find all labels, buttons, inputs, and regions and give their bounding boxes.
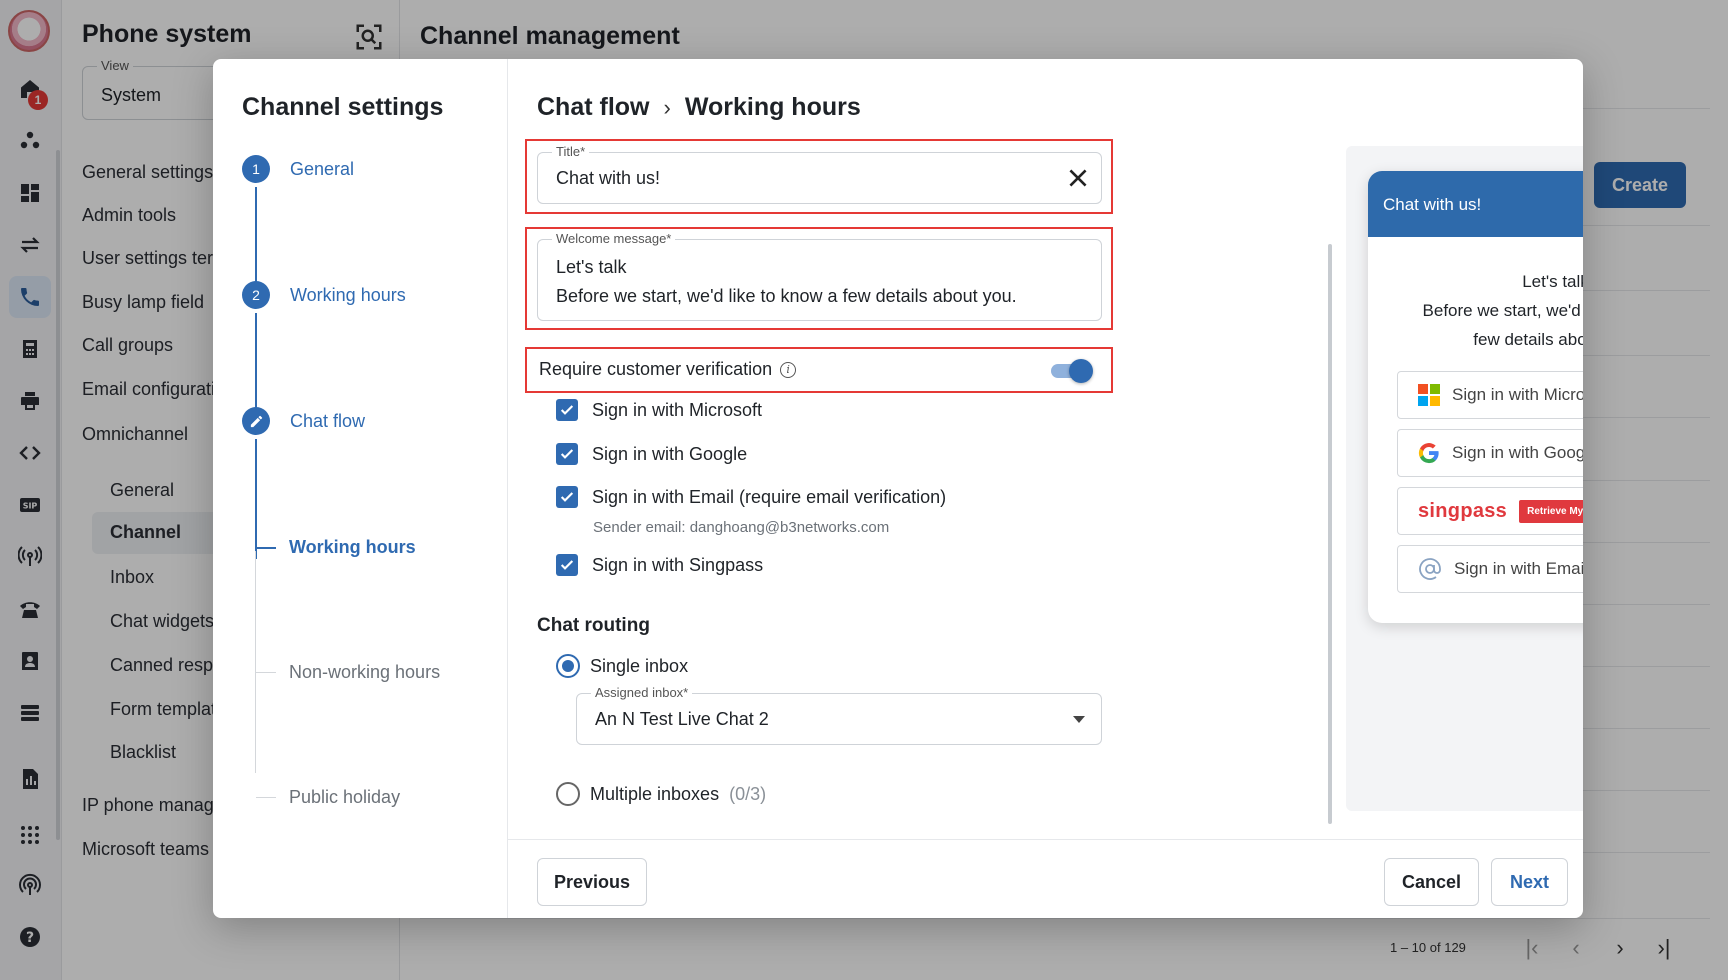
checkbox-checked-icon[interactable] <box>556 399 578 421</box>
multiple-inboxes-option[interactable]: Multiple inboxes (0/3) <box>556 782 766 806</box>
stepper-connector <box>256 547 276 549</box>
single-inbox-option[interactable]: Single inbox <box>556 654 688 678</box>
verification-label: Require customer verification i <box>539 359 797 380</box>
welcome-message-line: Before we start, we'd like to know a few… <box>556 286 1017 306</box>
step-general[interactable]: General <box>290 159 354 180</box>
breadcrumb-chat-flow[interactable]: Chat flow <box>537 93 650 122</box>
toggle-knob <box>1069 359 1093 383</box>
dialog-footer: Previous Cancel Next <box>508 839 1583 918</box>
widget-welcome-line: few details about you. <box>1473 330 1583 349</box>
stepper-connector <box>256 797 276 798</box>
title-input-value: Chat with us! <box>556 168 661 188</box>
at-sign-icon <box>1419 558 1441 580</box>
cancel-button[interactable]: Cancel <box>1384 858 1479 906</box>
widget-welcome-line: Before we start, we'd like to know a <box>1422 301 1583 320</box>
sender-email: Sender email: danghoang@b3networks.com <box>593 519 890 536</box>
option-microsoft[interactable]: Sign in with Microsoft <box>556 399 762 421</box>
info-icon[interactable]: i <box>780 361 797 378</box>
dialog-title: Channel settings <box>242 93 444 121</box>
widget-welcome-text: Let's talk Before we start, we'd like to… <box>1388 267 1583 354</box>
microsoft-icon <box>1418 384 1440 406</box>
google-icon <box>1418 443 1439 464</box>
step-number-working-hours: 2 <box>242 281 270 309</box>
multiple-inboxes-label: Multiple inboxes <box>590 783 720 804</box>
step-number-general: 1 <box>242 155 270 183</box>
highlight-verification: Require customer verification i <box>525 347 1113 393</box>
welcome-message-input[interactable]: Welcome message* Let's talk Before we st… <box>537 231 1102 321</box>
title-input-label: Title* <box>552 144 590 159</box>
multiple-inboxes-count: (0/3) <box>729 783 767 804</box>
title-input[interactable]: Title* Chat with us! <box>537 144 1102 204</box>
channel-settings-dialog: Channel settings 1 General 2 Working hou… <box>213 59 1583 918</box>
widget-title: Chat with us! <box>1383 195 1482 214</box>
checkbox-checked-icon[interactable] <box>556 443 578 465</box>
widget-header: Chat with us! <box>1368 171 1583 237</box>
stepper-connector <box>255 439 257 559</box>
previous-button[interactable]: Previous <box>537 858 647 906</box>
assigned-inbox-label: Assigned inbox* <box>591 685 693 700</box>
widget-google-button[interactable]: Sign in with Google <box>1397 429 1583 477</box>
verification-toggle[interactable] <box>1049 359 1095 383</box>
option-label: Sign in with Singpass <box>592 554 764 575</box>
singpass-logo: singpass <box>1418 499 1508 522</box>
substep-non-working-hours[interactable]: Non-working hours <box>289 662 440 683</box>
form-scrollbar[interactable] <box>1328 244 1332 824</box>
widget-welcome-line: Let's talk <box>1522 272 1583 291</box>
dialog-content: Chat flow › Working hours Title* Chat wi… <box>508 59 1583 839</box>
stepper: Channel settings 1 General 2 Working hou… <box>213 59 508 918</box>
widget-microsoft-button[interactable]: Sign in with Microsoft <box>1397 371 1583 419</box>
chat-widget-preview: Chat with us! Let's talk Before we start… <box>1368 171 1583 623</box>
radio-unselected-icon[interactable] <box>556 782 580 806</box>
welcome-message-line: Let's talk <box>556 257 627 277</box>
checkbox-checked-icon[interactable] <box>556 554 578 576</box>
chevron-right-icon: › <box>663 94 671 120</box>
clear-icon[interactable] <box>1065 165 1091 191</box>
step-chat-flow[interactable]: Chat flow <box>290 411 365 432</box>
widget-google-label: Sign in with Google <box>1452 443 1583 462</box>
widget-email-label: Sign in with Email <box>1454 559 1583 578</box>
next-button[interactable]: Next <box>1491 858 1568 906</box>
assigned-inbox-value: An N Test Live Chat 2 <box>595 709 769 729</box>
widget-email-button[interactable]: Sign in with Email <box>1397 545 1583 593</box>
checkbox-checked-icon[interactable] <box>556 486 578 508</box>
option-google[interactable]: Sign in with Google <box>556 443 747 465</box>
option-email[interactable]: Sign in with Email (require email verifi… <box>556 486 946 508</box>
chat-routing-heading: Chat routing <box>537 615 650 636</box>
breadcrumb: Chat flow › Working hours <box>537 93 861 122</box>
caret-down-icon[interactable] <box>1073 716 1085 723</box>
pencil-icon <box>242 407 270 435</box>
option-label: Sign in with Microsoft <box>592 399 763 420</box>
option-label: Sign in with Google <box>592 443 748 464</box>
welcome-message-label: Welcome message* <box>552 231 676 246</box>
stepper-connector <box>255 551 256 773</box>
single-inbox-label: Single inbox <box>590 655 689 676</box>
substep-working-hours[interactable]: Working hours <box>289 537 416 558</box>
option-singpass[interactable]: Sign in with Singpass <box>556 554 763 576</box>
radio-selected-icon[interactable] <box>556 654 580 678</box>
assigned-inbox-select[interactable]: Assigned inbox* An N Test Live Chat 2 <box>576 685 1102 745</box>
verification-label-text: Require customer verification <box>539 359 773 379</box>
singpass-badge: Retrieve Myinfo with singpass <box>1519 499 1583 523</box>
widget-singpass-button[interactable]: singpass Retrieve Myinfo with singpass <box>1397 487 1583 535</box>
stepper-connector <box>256 672 276 673</box>
option-label: Sign in with Email (require email verifi… <box>592 486 947 507</box>
breadcrumb-working-hours: Working hours <box>684 93 861 121</box>
substep-public-holiday[interactable]: Public holiday <box>289 787 400 808</box>
step-working-hours[interactable]: Working hours <box>290 285 406 306</box>
widget-microsoft-label: Sign in with Microsoft <box>1452 385 1583 404</box>
